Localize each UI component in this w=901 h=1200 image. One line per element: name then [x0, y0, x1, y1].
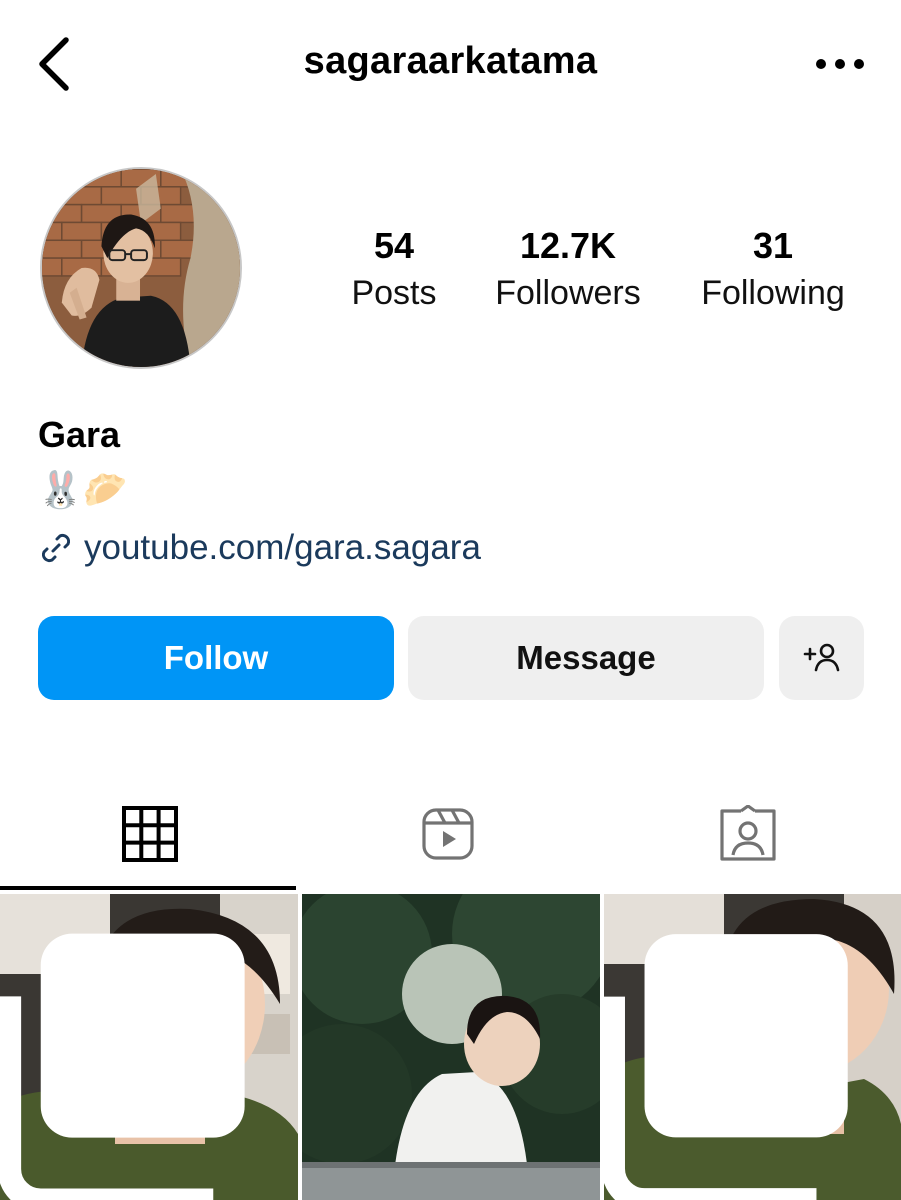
- followers-count-value: 12.7K: [519, 225, 617, 266]
- post-photo: [302, 894, 600, 1200]
- multiple-photos-icon: [0, 933, 245, 1200]
- tab-tagged[interactable]: [598, 780, 898, 888]
- tab-posts-grid[interactable]: [0, 780, 300, 888]
- message-button[interactable]: Message: [408, 616, 764, 700]
- post-thumbnail[interactable]: [0, 894, 298, 1200]
- profile-link-text: youtube.com/gara.sagara: [84, 528, 481, 567]
- post-thumbnail[interactable]: [604, 894, 901, 1200]
- more-options-button[interactable]: [812, 46, 868, 82]
- profile-username: sagaraarkatama: [303, 40, 598, 82]
- tab-reels[interactable]: [298, 780, 598, 888]
- multiple-photos-icon: [604, 934, 848, 1200]
- active-tab-indicator: [0, 886, 296, 890]
- following-count-value: 31: [752, 225, 794, 266]
- posts-count-value: 54: [373, 225, 415, 266]
- follow-button[interactable]: Follow: [38, 616, 394, 700]
- more-horizontal-icon: [816, 59, 864, 69]
- bio-text: 🐰🥟: [38, 469, 128, 510]
- tagged-icon: [720, 805, 776, 861]
- add-person-icon: [803, 643, 839, 672]
- post-thumbnail[interactable]: [302, 894, 600, 1200]
- link-icon: [41, 533, 71, 563]
- followers-count-label: Followers: [495, 274, 641, 312]
- following-count-label: Following: [701, 274, 845, 312]
- top-bar: sagaraarkatama: [0, 0, 901, 130]
- following-count[interactable]: 31 Following: [682, 222, 864, 316]
- followers-count[interactable]: 12.7K Followers: [472, 222, 664, 316]
- avatar-photo: [42, 169, 240, 367]
- grid-icon: [122, 806, 178, 862]
- reels-icon: [422, 808, 474, 860]
- posts-count-label: Posts: [351, 274, 437, 312]
- profile-link[interactable]: youtube.com/gara.sagara: [38, 528, 481, 568]
- display-name: Gara: [38, 414, 121, 455]
- avatar[interactable]: [40, 167, 242, 369]
- suggested-accounts-button[interactable]: [779, 616, 864, 700]
- posts-count: 54 Posts: [334, 222, 454, 316]
- posts-grid: [0, 894, 901, 1200]
- profile-tabs: [0, 780, 901, 892]
